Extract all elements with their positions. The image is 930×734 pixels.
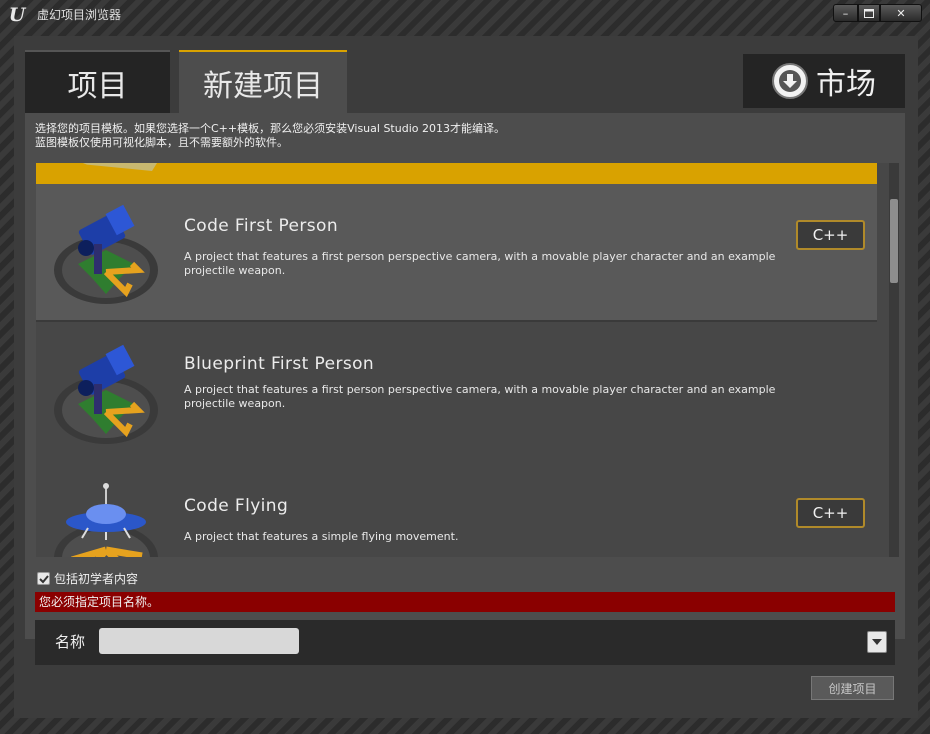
maximize-icon xyxy=(864,8,874,18)
minimize-icon: – xyxy=(842,6,849,20)
create-project-button[interactable]: 创建项目 xyxy=(811,676,894,700)
template-title: Code Flying xyxy=(184,496,289,516)
close-button[interactable]: ✕ xyxy=(880,4,922,22)
tab-new-project[interactable]: 新建项目 xyxy=(179,50,347,113)
minimize-button[interactable]: – xyxy=(833,4,858,22)
checkmark-icon xyxy=(38,574,49,583)
project-name-input[interactable] xyxy=(99,628,299,654)
template-list-scrollbar[interactable] xyxy=(889,163,899,557)
window-title: 虚幻项目浏览器 xyxy=(37,8,122,22)
scrollbar-thumb[interactable] xyxy=(890,199,898,283)
first-person-camera-icon xyxy=(54,344,158,444)
cpp-badge: C++ xyxy=(796,498,865,528)
template-item-code-first-person[interactable]: Code First Person A project that feature… xyxy=(36,184,877,322)
starter-content-option[interactable]: 包括初学者内容 xyxy=(37,570,138,587)
tab-projects[interactable]: 项目 xyxy=(25,50,170,113)
maximize-button[interactable] xyxy=(858,4,880,22)
marketplace-label: 市场 xyxy=(816,67,876,102)
marketplace-button[interactable]: 市场 xyxy=(743,54,905,108)
description-line-2: 蓝图模板仅使用可视化脚本，且不需要额外的软件。 xyxy=(35,136,288,149)
download-circle-icon xyxy=(772,63,808,99)
starter-content-checkbox[interactable] xyxy=(37,572,50,585)
project-browser-frame: 项目 新建项目 市场 选择您的项目模板。如果您选择一个C++模板，那么您必须安装… xyxy=(14,36,918,718)
starter-content-label: 包括初学者内容 xyxy=(54,572,139,586)
template-thumbnail-partial xyxy=(62,163,162,171)
template-list[interactable]: Code First Person A project that feature… xyxy=(36,163,896,557)
template-item-blueprint-first-person[interactable]: Blueprint First Person A project that fe… xyxy=(36,324,877,462)
template-description-text: A project that features a first person p… xyxy=(184,383,776,410)
flying-saucer-icon xyxy=(54,483,158,557)
template-title: Blueprint First Person xyxy=(184,354,375,374)
options-dropdown-button[interactable] xyxy=(867,631,887,653)
new-project-panel: 选择您的项目模板。如果您选择一个C++模板，那么您必须安装Visual Stud… xyxy=(25,113,905,639)
error-message: 您必须指定项目名称。 xyxy=(35,592,895,612)
template-item-code-flying[interactable]: Code Flying A project that features a si… xyxy=(36,462,877,557)
first-person-camera-icon xyxy=(54,204,158,304)
close-icon: ✕ xyxy=(896,6,906,20)
unreal-logo-icon: U xyxy=(8,4,26,26)
title-bar[interactable]: U 虚幻项目浏览器 – ✕ xyxy=(0,0,930,30)
template-description-text: A project that features a first person p… xyxy=(184,250,776,277)
project-name-row: 名称 xyxy=(35,620,895,665)
template-description-text: A project that features a simple flying … xyxy=(184,530,459,543)
cpp-badge: C++ xyxy=(796,220,865,250)
previous-template-item[interactable] xyxy=(36,163,877,184)
project-name-label: 名称 xyxy=(55,633,86,651)
window-controls: – ✕ xyxy=(833,4,922,22)
description-line-1: 选择您的项目模板。如果您选择一个C++模板，那么您必须安装Visual Stud… xyxy=(35,122,505,135)
triangle-down-icon xyxy=(872,639,882,645)
template-title: Code First Person xyxy=(184,216,339,236)
template-description: 选择您的项目模板。如果您选择一个C++模板，那么您必须安装Visual Stud… xyxy=(35,122,505,150)
